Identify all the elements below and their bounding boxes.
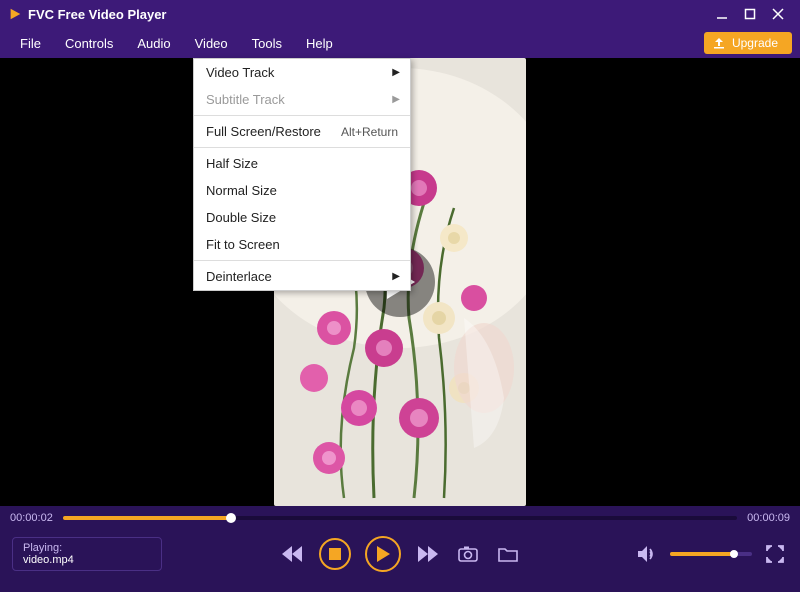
submenu-arrow-icon: ▶	[392, 67, 400, 78]
snapshot-button[interactable]	[455, 541, 481, 567]
menu-controls[interactable]: Controls	[53, 28, 125, 58]
menu-item-full-screen[interactable]: Full Screen/RestoreAlt+Return	[194, 118, 410, 145]
forward-icon	[418, 546, 438, 562]
bottom-bar: 00:00:02 00:00:09 Playing: video.mp4	[0, 506, 800, 592]
menu-separator	[194, 115, 410, 116]
submenu-arrow-icon: ▶	[392, 271, 400, 282]
menu-help[interactable]: Help	[294, 28, 345, 58]
seek-thumb[interactable]	[226, 513, 236, 523]
menu-tools[interactable]: Tools	[240, 28, 294, 58]
upgrade-label: Upgrade	[732, 36, 778, 50]
volume-fill	[670, 552, 734, 556]
menu-audio[interactable]: Audio	[125, 28, 182, 58]
menu-item-video-track[interactable]: Video Track▶	[194, 59, 410, 86]
stop-button[interactable]	[319, 538, 351, 570]
seek-fill	[63, 516, 232, 520]
center-controls	[279, 536, 521, 572]
volume-icon	[637, 545, 657, 563]
menu-video[interactable]: Video	[183, 28, 240, 58]
menu-item-double-size[interactable]: Double Size	[194, 204, 410, 231]
rewind-button[interactable]	[279, 541, 305, 567]
fullscreen-button[interactable]	[762, 541, 788, 567]
volume-slider[interactable]	[670, 552, 752, 556]
menu-item-deinterlace[interactable]: Deinterlace▶	[194, 263, 410, 290]
play-button[interactable]	[365, 536, 401, 572]
rewind-icon	[282, 546, 302, 562]
app-logo-icon	[8, 7, 22, 21]
current-time: 00:00:02	[10, 512, 53, 524]
shortcut-label: Alt+Return	[341, 125, 398, 139]
fullscreen-icon	[766, 545, 784, 563]
app-title: FVC Free Video Player	[28, 7, 708, 22]
total-time: 00:00:09	[747, 512, 790, 524]
play-icon	[376, 546, 390, 562]
title-bar: FVC Free Video Player	[0, 0, 800, 28]
menu-item-fit-to-screen[interactable]: Fit to Screen	[194, 231, 410, 258]
menu-item-subtitle-track[interactable]: Subtitle Track▶	[194, 86, 410, 113]
submenu-arrow-icon: ▶	[392, 94, 400, 105]
menu-file[interactable]: File	[8, 28, 53, 58]
upload-icon	[712, 36, 726, 50]
folder-icon	[498, 546, 518, 562]
now-playing-file: video.mp4	[23, 554, 151, 566]
volume-button[interactable]	[634, 541, 660, 567]
menu-item-normal-size[interactable]: Normal Size	[194, 177, 410, 204]
now-playing-box: Playing: video.mp4	[12, 537, 162, 571]
video-dropdown: Video Track▶ Subtitle Track▶ Full Screen…	[193, 58, 411, 291]
menu-separator	[194, 147, 410, 148]
volume-thumb[interactable]	[730, 550, 738, 558]
menu-separator	[194, 260, 410, 261]
right-controls	[634, 541, 788, 567]
close-button[interactable]	[764, 0, 792, 28]
menu-bar: File Controls Audio Video Tools Help Upg…	[0, 28, 800, 58]
now-playing-label: Playing:	[23, 542, 151, 554]
stop-icon	[329, 548, 341, 560]
forward-button[interactable]	[415, 541, 441, 567]
seek-row: 00:00:02 00:00:09	[0, 506, 800, 524]
controls-row: Playing: video.mp4	[0, 524, 800, 584]
upgrade-button[interactable]: Upgrade	[704, 32, 792, 54]
camera-icon	[458, 546, 478, 562]
maximize-button[interactable]	[736, 0, 764, 28]
menu-item-half-size[interactable]: Half Size	[194, 150, 410, 177]
seek-slider[interactable]	[63, 516, 737, 520]
minimize-button[interactable]	[708, 0, 736, 28]
open-file-button[interactable]	[495, 541, 521, 567]
